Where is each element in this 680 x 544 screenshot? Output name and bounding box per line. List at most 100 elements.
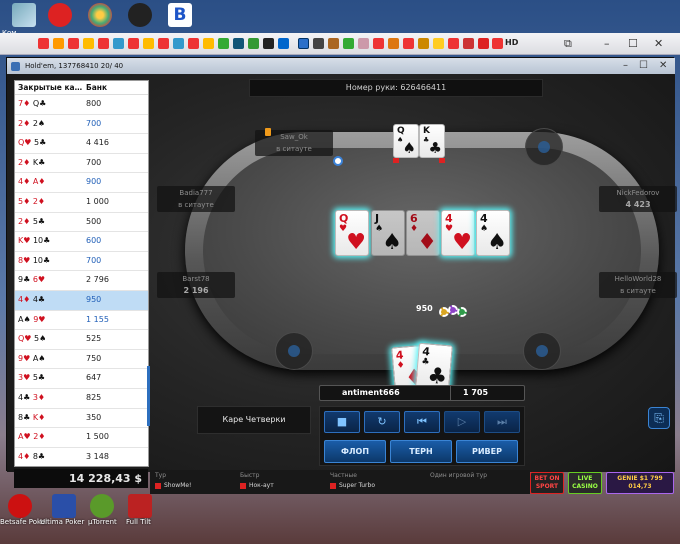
skip-forward-icon[interactable]: ⏭ [484, 411, 520, 433]
toolbar-icon[interactable] [278, 38, 289, 49]
toolbar-icon[interactable] [173, 38, 184, 49]
filter-option[interactable]: Частные [330, 472, 357, 479]
history-row[interactable]: 7♦ Q♣ 800 [15, 95, 148, 115]
toolbar-icon[interactable] [248, 38, 259, 49]
toolbar-icon[interactable] [128, 38, 139, 49]
history-row[interactable]: K♥ 10♣ 600 [15, 232, 148, 252]
history-row[interactable]: 2♦ 2♠ 700 [15, 115, 148, 135]
hand-history-icon[interactable]: ⎘ [648, 407, 670, 429]
history-row[interactable]: 4♦ A♦ 900 [15, 173, 148, 193]
seat-top-right[interactable] [525, 128, 563, 166]
filter-option[interactable]: Один игровой тур [430, 472, 487, 479]
toolbar-icon[interactable] [463, 38, 474, 49]
seat-marker-icon [536, 345, 548, 357]
toolbar-icon[interactable] [143, 38, 154, 49]
toolbar-icon[interactable] [188, 38, 199, 49]
toolbar-icon[interactable] [418, 38, 429, 49]
ultima-poker-icon[interactable] [52, 494, 76, 518]
toolbar-icon[interactable] [358, 38, 369, 49]
history-row[interactable]: 2♦ 5♣ 500 [15, 213, 148, 233]
turn-button[interactable]: ТЕРН [390, 440, 452, 463]
toolbar-icon[interactable] [68, 38, 79, 49]
toolbar-icon[interactable] [233, 38, 244, 49]
column-header-pot[interactable]: Банк [86, 83, 107, 92]
skip-back-icon[interactable]: ⏮ [404, 411, 440, 433]
restore-icon[interactable]: ⧉ [564, 37, 572, 51]
toolbar-icon[interactable] [83, 38, 94, 49]
player-seat-left-top[interactable]: Badia777 в ситауте [157, 186, 235, 212]
filter-option[interactable]: Super Turbo [330, 482, 375, 489]
toolbar-icon[interactable] [38, 38, 49, 49]
toolbar-icon[interactable] [373, 38, 384, 49]
toolbar-icon[interactable] [328, 38, 339, 49]
minimize-icon[interactable]: – [604, 37, 610, 50]
history-row[interactable]: 4♣ 3♦ 825 [15, 389, 148, 409]
hd-label[interactable]: HD [505, 38, 518, 47]
stop-icon[interactable]: ■ [324, 411, 360, 433]
paint-icon[interactable] [88, 3, 112, 27]
toolbar-icon[interactable] [448, 38, 459, 49]
player-seat-right-bottom[interactable]: HelloWorld28 в ситауте [599, 272, 677, 298]
filter-option[interactable]: Нок-аут [240, 482, 274, 489]
toolbar-icon[interactable] [492, 38, 503, 49]
toolbar-icon[interactable] [98, 38, 109, 49]
toolbar-icon[interactable] [313, 38, 324, 49]
toolbar-icon[interactable] [478, 38, 489, 49]
refresh-icon[interactable]: ↻ [364, 411, 400, 433]
filter-option[interactable]: ShowMe! [155, 482, 191, 489]
river-button[interactable]: РИВЕР [456, 440, 518, 463]
history-row[interactable]: 8♥ 10♣ 700 [15, 252, 148, 272]
toolbar-icon[interactable] [388, 38, 399, 49]
history-row[interactable]: 4♦ 8♣ 3 148 [15, 448, 148, 466]
utorrent-icon[interactable] [90, 494, 114, 518]
history-row[interactable]: 9♣ 6♥ 2 796 [15, 271, 148, 291]
toolbar-icon[interactable] [403, 38, 414, 49]
history-row[interactable]: Q♥ 5♣ 4 416 [15, 134, 148, 154]
toolbar-icon[interactable] [218, 38, 229, 49]
full-tilt-icon[interactable] [128, 494, 152, 518]
toolbar-icon[interactable] [263, 38, 274, 49]
history-row[interactable]: 4♦ 4♣ 950 [15, 290, 148, 311]
flop-button[interactable]: ФЛОП [324, 440, 386, 463]
toolbar-icon[interactable] [158, 38, 169, 49]
computer-icon[interactable] [12, 3, 36, 27]
toolbar-icon[interactable] [298, 38, 309, 49]
history-row[interactable]: 9♥ A♠ 750 [15, 350, 148, 370]
history-row[interactable]: A♥ 2♦ 1 500 [15, 428, 148, 448]
toolbar-icon[interactable] [343, 38, 354, 49]
close-icon[interactable]: ✕ [654, 37, 663, 50]
filter-option[interactable]: Быстр [240, 472, 259, 479]
close-icon[interactable]: ✕ [659, 58, 667, 74]
hero-nameplate[interactable]: antiment666 1 705 [319, 385, 525, 401]
poker-club-icon[interactable] [128, 3, 152, 27]
player-seat-right-top[interactable]: NickFedorov 4 423 [599, 186, 677, 212]
history-row[interactable]: 5♦ 2♦ 1 000 [15, 193, 148, 213]
history-row[interactable]: 3♥ 5♣ 647 [15, 369, 148, 389]
history-row[interactable]: A♠ 9♥ 1 155 [15, 311, 148, 331]
betsafe-icon[interactable] [8, 494, 32, 518]
toolbar-icon[interactable] [113, 38, 124, 49]
player-seat-left-bottom[interactable]: Barst78 2 196 [157, 272, 235, 298]
toolbar-icon[interactable] [53, 38, 64, 49]
promo-bet-on-sport[interactable]: BET ON SPORT [530, 472, 564, 494]
toolbar-icon[interactable] [203, 38, 214, 49]
maximize-icon[interactable]: ☐ [628, 37, 638, 50]
maximize-icon[interactable]: ☐ [639, 58, 648, 74]
column-header-hand[interactable]: Закрытые ка… [18, 83, 82, 92]
promo-live-casino[interactable]: LIVE CASINO [568, 472, 602, 494]
step-forward-icon[interactable]: ▷ [444, 411, 480, 433]
history-row[interactable]: 8♣ K♦ 350 [15, 409, 148, 429]
history-row[interactable]: 2♦ K♣ 700 [15, 154, 148, 174]
history-row[interactable]: Q♥ 5♠ 525 [15, 330, 148, 350]
betfair-icon[interactable]: B [168, 3, 192, 27]
minimize-icon[interactable]: – [623, 58, 628, 74]
pokerstars-icon[interactable] [48, 3, 72, 27]
toolbar-icon[interactable] [433, 38, 444, 49]
window-title-bar[interactable]: Hold'em, 137768410 20/ 40 – ☐ ✕ [7, 58, 675, 74]
history-pot: 1 155 [86, 314, 109, 324]
seat-bottom-right[interactable] [523, 332, 561, 370]
filter-option[interactable]: Тур [155, 472, 166, 479]
seat-bottom-left[interactable] [275, 332, 313, 370]
scrollbar-thumb[interactable] [147, 366, 150, 426]
promo-genie[interactable]: GENIE $1 799 014,73 [606, 472, 674, 494]
